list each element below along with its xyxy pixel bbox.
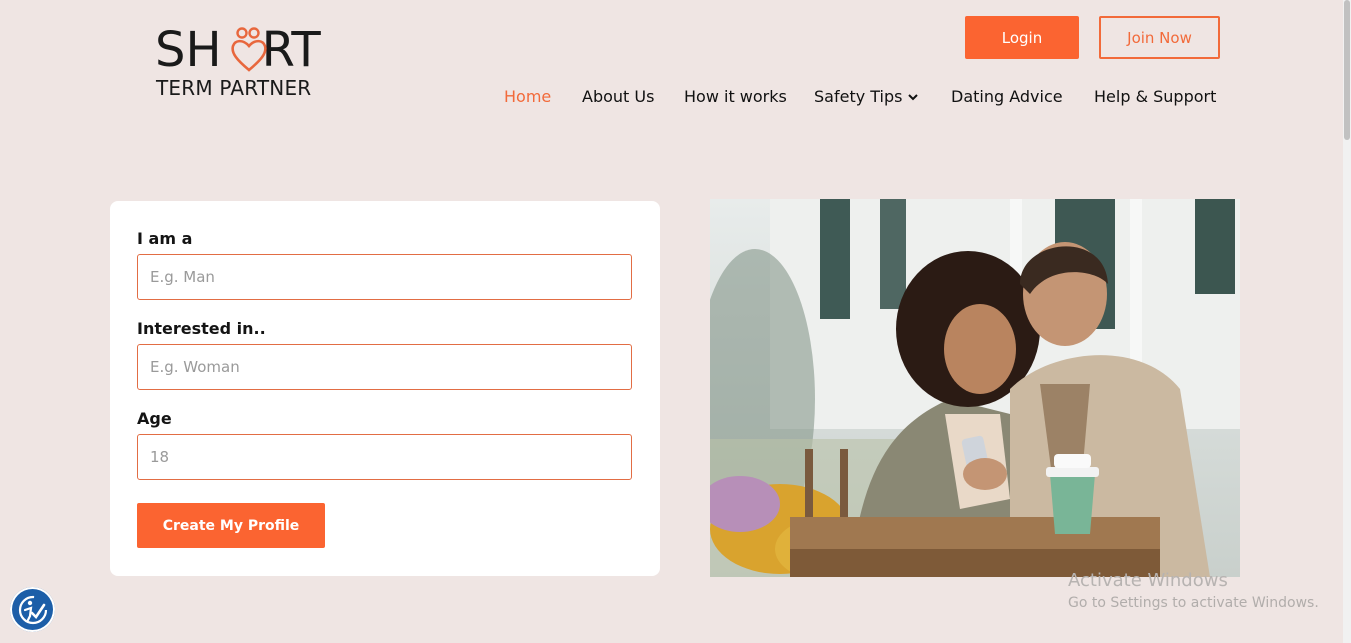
gender-input[interactable] [137, 254, 632, 300]
interested-in-label: Interested in.. [137, 319, 266, 338]
nav-item-safety-tips-label: Safety Tips [814, 87, 903, 106]
gender-label: I am a [137, 229, 193, 248]
page-scrollbar[interactable] [1343, 0, 1351, 643]
nav-item-home[interactable]: Home [504, 86, 551, 108]
heart-people-icon [231, 27, 267, 72]
nav-item-dating-advice[interactable]: Dating Advice [951, 86, 1063, 108]
hero-photo [710, 199, 1240, 577]
nav-item-about-us[interactable]: About Us [582, 86, 654, 108]
accessibility-button[interactable] [10, 587, 55, 632]
logo-tagline: TERM PARTNER [156, 76, 312, 100]
logo-text-left: SH [155, 22, 222, 78]
create-profile-button[interactable]: Create My Profile [137, 503, 325, 548]
interested-in-input[interactable] [137, 344, 632, 390]
nav-item-how-it-works[interactable]: How it works [684, 86, 787, 108]
logo-text-right: RT [261, 22, 321, 78]
age-input[interactable] [137, 434, 632, 480]
chevron-down-icon [908, 94, 919, 101]
login-button[interactable]: Login [965, 16, 1079, 59]
activation-watermark-subtitle: Go to Settings to activate Windows. [1068, 595, 1319, 611]
site-logo[interactable]: SH RT TERM PARTNER [155, 24, 335, 104]
nav-item-help-support[interactable]: Help & Support [1094, 86, 1216, 108]
accessibility-icon [18, 595, 47, 624]
signup-form: I am a Interested in.. Age Create My Pro… [110, 201, 660, 576]
scrollbar-thumb[interactable] [1344, 0, 1350, 140]
age-label: Age [137, 409, 172, 428]
activation-watermark-title: Activate Windows [1068, 570, 1228, 591]
join-now-button[interactable]: Join Now [1099, 16, 1220, 59]
couple-photo-illustration [710, 199, 1240, 577]
nav-item-safety-tips[interactable]: Safety Tips [814, 86, 919, 108]
